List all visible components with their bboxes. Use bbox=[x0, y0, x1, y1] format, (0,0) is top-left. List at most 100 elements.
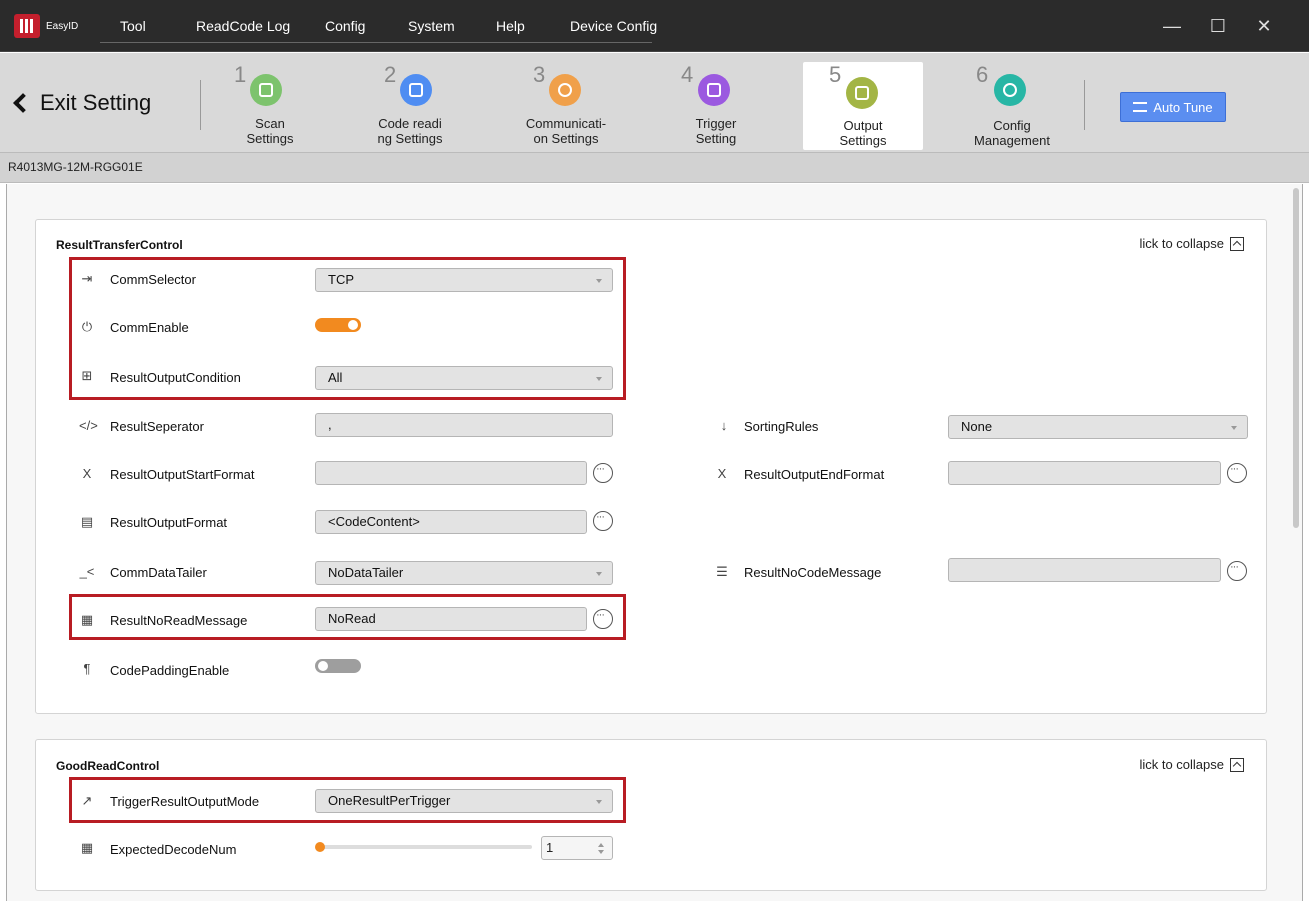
expected-decode-num-spinner[interactable]: 1 bbox=[541, 836, 613, 860]
step-label: Communicati-on Settings bbox=[525, 116, 607, 146]
image-icon bbox=[250, 74, 282, 106]
collapse-toggle[interactable]: lick to collapse bbox=[1139, 236, 1244, 251]
output-format-value: <CodeContent> bbox=[328, 514, 420, 529]
paragraph-icon: ¶ bbox=[83, 661, 91, 676]
vertical-scrollbar[interactable] bbox=[1293, 188, 1299, 528]
logo-mark-icon bbox=[14, 14, 40, 38]
settings-toolbar bbox=[0, 53, 1309, 152]
chevron-down-icon bbox=[1231, 426, 1237, 430]
step-communication-settings[interactable]: 3 Communicati-on Settings bbox=[506, 62, 626, 150]
document-icon: ▤ bbox=[80, 514, 94, 529]
collapse-label: lick to collapse bbox=[1139, 236, 1224, 251]
panel-title: GoodReadControl bbox=[56, 759, 160, 773]
more-options-icon[interactable] bbox=[593, 511, 613, 531]
step-number: 5 bbox=[829, 62, 842, 87]
comm-data-tailer-value: NoDataTailer bbox=[328, 565, 404, 580]
result-output-start-format-input[interactable] bbox=[315, 461, 587, 485]
step-config-management[interactable]: 6 Config Management bbox=[952, 62, 1072, 150]
collapse-icon bbox=[1230, 236, 1244, 251]
expected-decode-num-slider[interactable] bbox=[318, 845, 532, 849]
comm-data-tailer-label: CommDataTailer bbox=[110, 565, 207, 580]
step-label: Output Settings bbox=[839, 118, 887, 148]
spin-up-icon[interactable] bbox=[598, 843, 604, 847]
collapse-icon bbox=[1230, 757, 1244, 772]
exit-setting-label: Exit Setting bbox=[40, 90, 152, 115]
result-output-end-format-input[interactable] bbox=[948, 461, 1221, 485]
minimize-icon[interactable]: — bbox=[1160, 14, 1184, 38]
trigger-icon bbox=[698, 74, 730, 106]
expected-decode-num-value: 1 bbox=[546, 840, 554, 855]
toolbar-divider bbox=[200, 80, 201, 130]
menu-help[interactable]: Help bbox=[496, 18, 525, 34]
auto-tune-button[interactable]: Auto Tune bbox=[1120, 92, 1226, 122]
menu-readcode-log[interactable]: ReadCode Log bbox=[196, 18, 290, 34]
highlight-box bbox=[69, 594, 626, 640]
sliders-icon bbox=[1133, 102, 1148, 112]
grid-icon: ▦ bbox=[80, 840, 94, 855]
step-number: 1 bbox=[234, 62, 247, 87]
step-label: Config Management bbox=[974, 118, 1050, 148]
menu-tool[interactable]: Tool bbox=[120, 18, 146, 34]
chip-icon bbox=[846, 77, 878, 109]
logo-text: EasyID bbox=[46, 20, 79, 32]
tailer-icon: _< bbox=[79, 564, 95, 579]
spin-down-icon[interactable] bbox=[598, 850, 604, 854]
code-icon: </> bbox=[79, 418, 98, 433]
step-label: Scan Settings bbox=[246, 116, 294, 146]
message-icon: ☰ bbox=[716, 564, 728, 579]
step-output-settings[interactable]: 5 Output Settings bbox=[803, 62, 923, 150]
step-scan-settings[interactable]: 1 Scan Settings bbox=[210, 62, 330, 150]
maximize-icon[interactable]: ☐ bbox=[1206, 14, 1230, 38]
step-number: 3 bbox=[533, 62, 546, 87]
step-label: Code readi ng Settings bbox=[377, 116, 443, 146]
barcode-icon bbox=[400, 74, 432, 106]
exit-setting-button[interactable]: Exit Setting bbox=[13, 90, 152, 116]
toolbar-divider bbox=[1084, 80, 1085, 130]
step-number: 2 bbox=[384, 62, 397, 87]
result-output-format-label: ResultOutputFormat bbox=[110, 515, 228, 530]
menu-device-config[interactable]: Device Config bbox=[570, 18, 657, 34]
result-output-format-input[interactable]: <CodeContent> bbox=[315, 510, 587, 534]
result-output-end-format-label: ResultOutputEndFormat bbox=[744, 467, 885, 482]
signal-icon bbox=[549, 74, 581, 106]
start-format-icon: X bbox=[82, 466, 92, 481]
more-options-icon[interactable] bbox=[1227, 463, 1247, 483]
result-output-start-format-label: ResultOutputStartFormat bbox=[110, 467, 255, 482]
device-bar: R4013MG-12M-RGG01E bbox=[0, 152, 1309, 183]
result-seperator-input[interactable]: , bbox=[315, 413, 613, 437]
more-options-icon[interactable] bbox=[593, 463, 613, 483]
slider-handle[interactable] bbox=[315, 842, 325, 852]
result-no-code-message-input[interactable] bbox=[948, 558, 1221, 582]
result-seperator-value: , bbox=[328, 417, 332, 432]
highlight-box bbox=[69, 777, 626, 823]
end-format-icon: X bbox=[717, 466, 727, 481]
sorting-rules-value: None bbox=[961, 419, 993, 434]
more-options-icon[interactable] bbox=[1227, 561, 1247, 581]
menu-underline bbox=[100, 42, 652, 43]
highlight-box bbox=[69, 257, 626, 400]
arrow-down-icon: ↓ bbox=[720, 418, 728, 433]
step-trigger-setting[interactable]: 4 Trigger Setting bbox=[656, 62, 776, 150]
step-number: 4 bbox=[681, 62, 694, 87]
chevron-left-icon bbox=[13, 93, 33, 113]
chevron-down-icon bbox=[596, 572, 602, 576]
code-padding-enable-label: CodePaddingEnable bbox=[110, 663, 230, 678]
device-model: R4013MG-12M-RGG01E bbox=[8, 160, 143, 174]
collapse-toggle[interactable]: lick to collapse bbox=[1139, 757, 1244, 772]
step-label: Trigger Setting bbox=[695, 116, 737, 146]
step-number: 6 bbox=[976, 62, 989, 87]
menu-system[interactable]: System bbox=[408, 18, 455, 34]
sorting-rules-label: SortingRules bbox=[744, 419, 819, 434]
app-logo: EasyID bbox=[14, 12, 94, 40]
sorting-rules-dropdown[interactable]: None bbox=[948, 415, 1248, 439]
panel-title: ResultTransferControl bbox=[56, 238, 183, 252]
gear-icon bbox=[994, 74, 1026, 106]
comm-data-tailer-dropdown[interactable]: NoDataTailer bbox=[315, 561, 613, 585]
code-padding-enable-toggle[interactable] bbox=[315, 659, 361, 673]
menu-config[interactable]: Config bbox=[325, 18, 365, 34]
result-seperator-label: ResultSeperator bbox=[110, 419, 204, 434]
title-bar: EasyID Tool ReadCode Log Config System H… bbox=[0, 0, 1309, 52]
close-icon[interactable]: ✕ bbox=[1252, 14, 1276, 38]
collapse-label: lick to collapse bbox=[1139, 757, 1224, 772]
step-code-reading-settings[interactable]: 2 Code readi ng Settings bbox=[350, 62, 470, 150]
